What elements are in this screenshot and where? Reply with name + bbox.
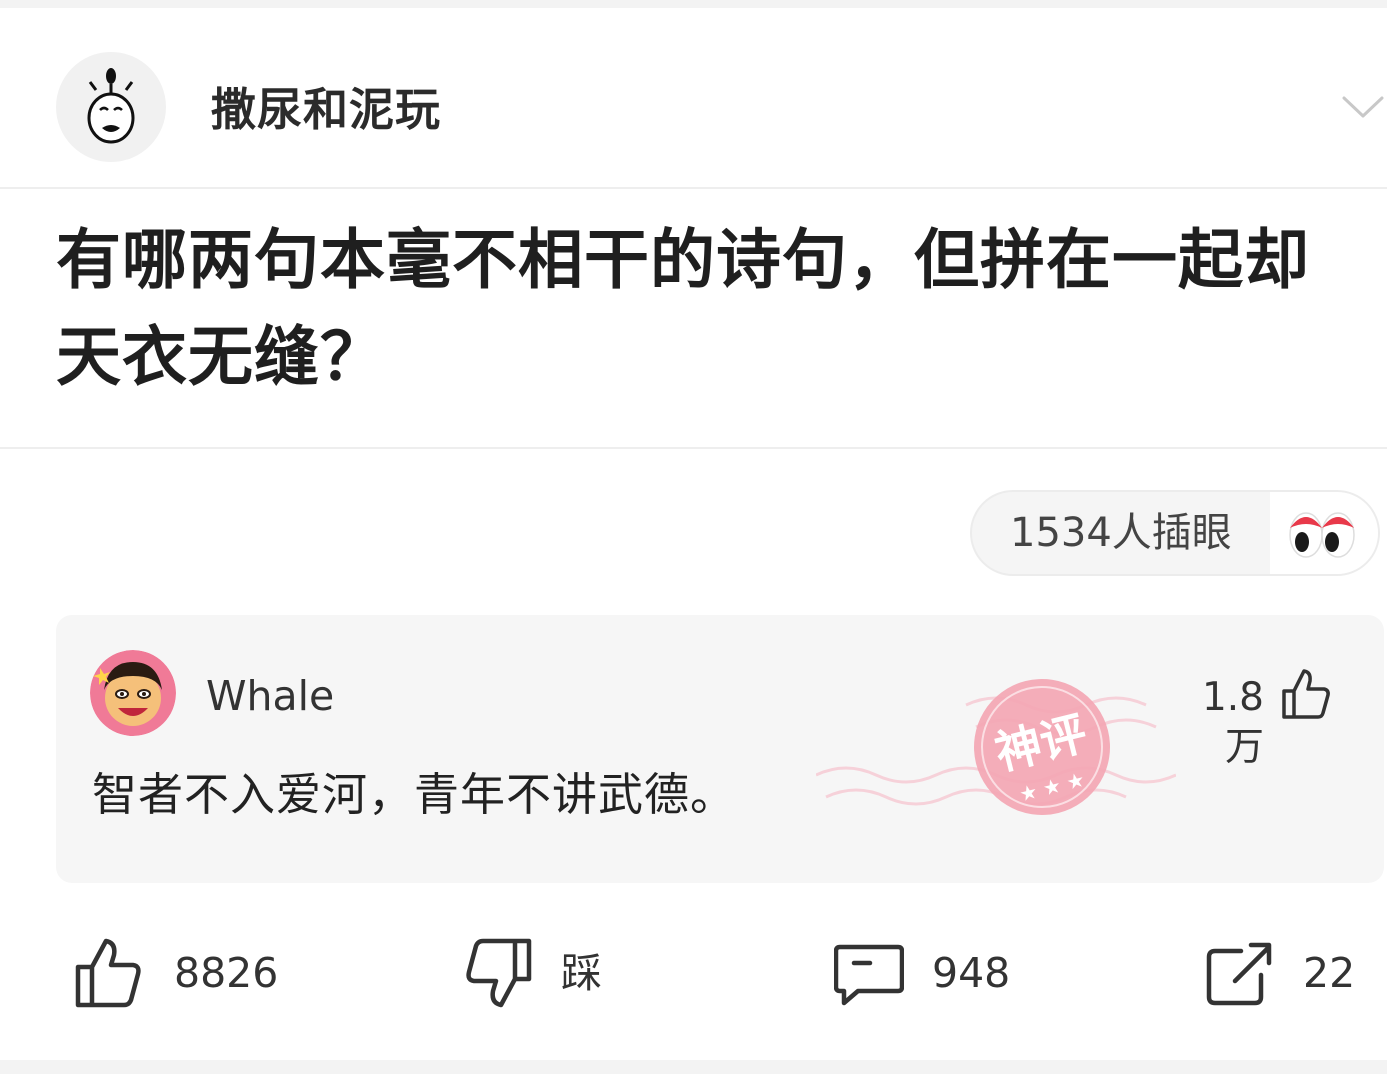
hot-comment-stamp: 神评 ★ ★ ★ (815, 665, 1177, 845)
comment-bubble-icon (834, 944, 904, 1006)
comment-text[interactable]: 智者不入爱河，青年不讲武德。 (92, 765, 736, 825)
cartoon-face-icon (90, 650, 176, 736)
share-icon (1206, 942, 1272, 1006)
top-comment-card[interactable]: Whale 神评 ★ ★ ★ 1.8万 智者不入爱河，青年不讲武德。 (56, 615, 1384, 883)
thumbs-down-icon (466, 938, 532, 1008)
like-count: 8826 (174, 949, 279, 997)
comment-button[interactable]: 948 (834, 935, 1034, 1011)
share-count: 22 (1303, 949, 1356, 997)
top-divider (0, 0, 1387, 8)
dislike-button[interactable]: 踩 (463, 935, 623, 1011)
bottom-divider (0, 1060, 1387, 1074)
onlooker-count-area: 1534人插眼 (972, 492, 1270, 574)
thumbs-up-icon[interactable] (1280, 667, 1332, 721)
thumbs-up-icon (75, 938, 141, 1008)
commenter-name[interactable]: Whale (206, 671, 334, 721)
comment-like-count: 1.8万 (1201, 675, 1264, 770)
doodle-face-icon (87, 68, 135, 144)
comment-count: 948 (932, 949, 1011, 997)
question-title[interactable]: 有哪两句本毫不相干的诗句，但拼在一起却天衣无缝？ (56, 212, 1356, 406)
commenter-avatar[interactable] (90, 650, 176, 736)
share-button[interactable]: 22 (1205, 935, 1375, 1011)
dislike-label: 踩 (561, 949, 602, 997)
onlooker-pill[interactable]: 1534人插眼 (970, 490, 1380, 576)
author-name[interactable]: 撒尿和泥玩 (211, 82, 441, 138)
eyes-icon (1270, 492, 1378, 574)
like-button[interactable]: 8826 (74, 935, 304, 1011)
chevron-down-icon[interactable] (1340, 92, 1386, 122)
author-avatar[interactable] (56, 52, 166, 162)
onlooker-count-label: 1534人插眼 (1010, 510, 1232, 556)
